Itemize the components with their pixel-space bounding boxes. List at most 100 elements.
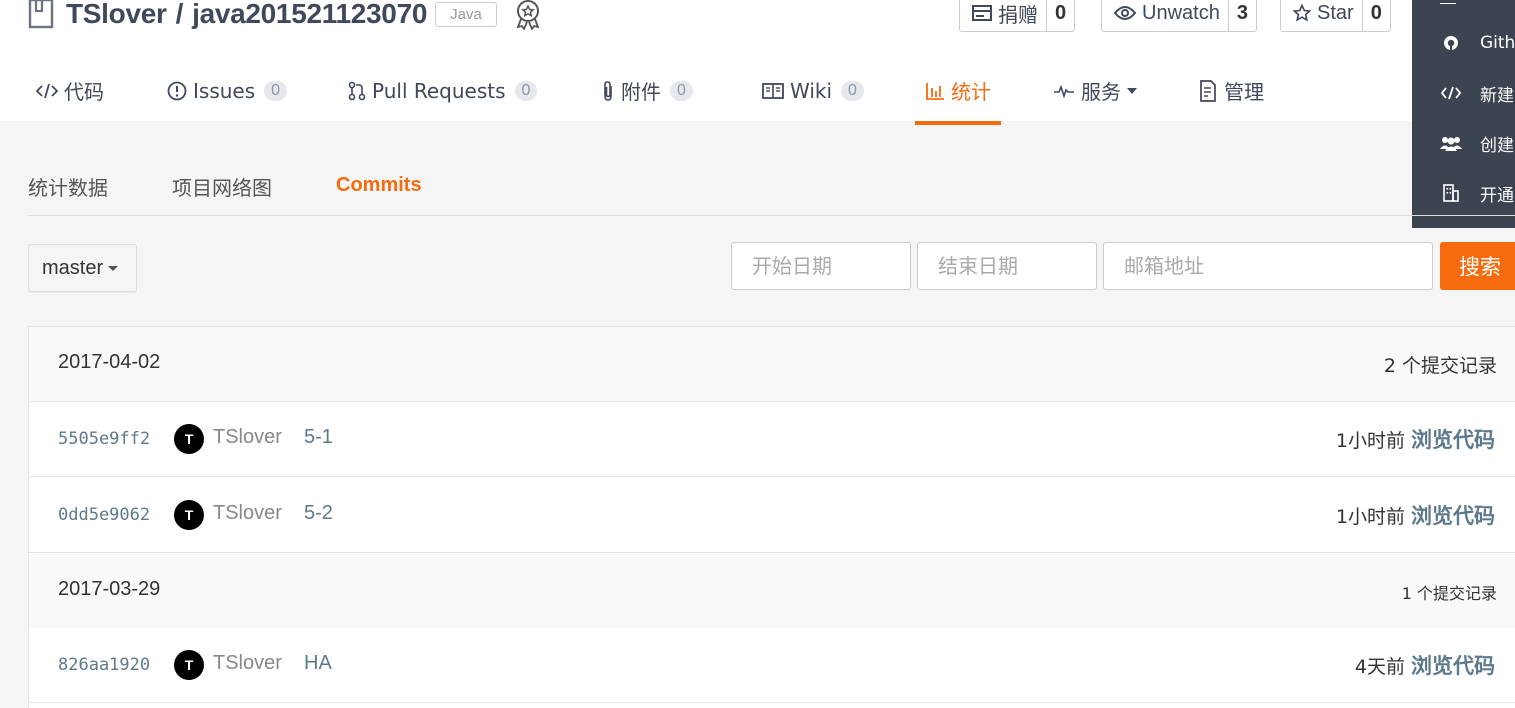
code-icon <box>1440 86 1462 100</box>
tab-statistics[interactable]: 统计 <box>915 60 1001 125</box>
avatar[interactable]: T <box>174 424 204 454</box>
repo-separator: / <box>175 0 184 29</box>
paperclip-icon <box>601 80 615 102</box>
issue-icon <box>167 81 187 101</box>
tab-services[interactable]: 服务 <box>1053 60 1137 121</box>
statistics-subtabs: 统计数据 项目网络图 Commits <box>28 166 1515 216</box>
commit-row: 0dd5e9062 T TSlover 5-2 1小时前 浏览代码 <box>29 478 1515 553</box>
tab-issues-label: Issues <box>193 78 256 103</box>
unwatch-button[interactable]: Unwatch 3 <box>1101 0 1257 32</box>
pull-requests-count-badge: 0 <box>514 80 538 101</box>
browse-code-link[interactable]: 浏览代码 <box>1411 500 1495 530</box>
commit-meta: 4天前 浏览代码 <box>1355 650 1495 680</box>
tab-wiki[interactable]: Wiki 0 <box>762 60 864 121</box>
menu-item-create-group[interactable]: 创建 <box>1440 130 1514 156</box>
repo-name[interactable]: java201521123070 <box>192 0 427 30</box>
donate-button[interactable]: 捐赠 0 <box>959 0 1076 32</box>
tab-pull-requests-label: Pull Requests <box>372 78 506 103</box>
repo-header: TSlover / java201521123070 Java 捐赠 0 Unw… <box>0 0 1515 125</box>
branch-caret-icon <box>108 265 119 271</box>
browse-code-link[interactable]: 浏览代码 <box>1411 424 1495 454</box>
tab-services-label: 服务 <box>1081 80 1121 104</box>
star-label: Star <box>1317 1 1354 24</box>
commit-group-header: 2017-04-02 2 个提交记录 <box>29 327 1515 402</box>
subtab-commits[interactable]: Commits <box>336 174 422 197</box>
subtab-statistics-data[interactable]: 统计数据 <box>28 172 108 201</box>
commit-author[interactable]: TSlover <box>213 652 282 675</box>
menu-item-github-label: Gith <box>1480 33 1515 53</box>
repo-title: TSlover / java201521123070 Java <box>28 0 543 34</box>
menu-top-icon <box>1440 3 1456 4</box>
code-icon <box>36 83 58 99</box>
commit-sha-link[interactable]: 5505e9ff2 <box>58 429 150 449</box>
menu-item-github[interactable]: Gith <box>1440 30 1515 56</box>
language-badge[interactable]: Java <box>435 1 497 27</box>
settings-doc-icon <box>1198 79 1218 102</box>
github-icon <box>1440 35 1462 51</box>
services-caret-icon <box>1127 87 1137 94</box>
search-button[interactable]: 搜索 <box>1440 242 1515 290</box>
commit-message[interactable]: 5-1 <box>304 426 333 449</box>
browse-code-link[interactable]: 浏览代码 <box>1411 650 1495 680</box>
subtab-network-graph[interactable]: 项目网络图 <box>172 172 272 201</box>
issues-count-badge: 0 <box>264 80 288 101</box>
commit-author[interactable]: TSlover <box>213 502 282 525</box>
wiki-count-badge: 0 <box>841 80 864 101</box>
start-date-input[interactable] <box>731 242 911 290</box>
commit-sha-link[interactable]: 0dd5e9062 <box>58 505 150 525</box>
tab-code-label: 代码 <box>64 80 104 104</box>
tab-manage[interactable]: 管理 <box>1198 60 1264 121</box>
group-commit-count: 2 个提交记录 <box>1383 355 1497 377</box>
branch-select[interactable]: master <box>28 244 137 292</box>
chart-icon <box>925 82 945 100</box>
star-count[interactable]: 0 <box>1361 0 1390 31</box>
tab-issues[interactable]: Issues 0 <box>167 60 288 121</box>
watch-count[interactable]: 3 <box>1227 0 1256 31</box>
email-input[interactable] <box>1103 242 1433 290</box>
menu-item-create-label: 创建 <box>1480 135 1514 156</box>
donate-count[interactable]: 0 <box>1046 0 1074 31</box>
pulse-icon <box>1053 83 1075 99</box>
star-icon <box>1293 4 1311 22</box>
repo-owner[interactable]: TSlover <box>66 0 167 30</box>
commit-author[interactable]: TSlover <box>213 426 282 449</box>
menu-item-new-label: 新建 <box>1480 85 1514 106</box>
commit-message[interactable]: 5-2 <box>304 502 333 525</box>
commit-time: 4天前 <box>1354 655 1405 678</box>
commit-meta: 1小时前 浏览代码 <box>1336 424 1495 454</box>
group-date: 2017-04-02 <box>58 351 161 373</box>
branch-select-value: master <box>42 256 104 279</box>
group-commit-count: 1 个提交记录 <box>1401 584 1497 603</box>
tab-attachments[interactable]: 附件 0 <box>601 60 693 121</box>
commit-sha-link[interactable]: 826aa1920 <box>58 655 150 675</box>
avatar[interactable]: T <box>174 650 204 680</box>
commit-message[interactable]: HA <box>304 652 332 675</box>
commit-row: 826aa1920 T TSlover HA 4天前 浏览代码 <box>29 628 1515 703</box>
end-date-input[interactable] <box>917 242 1097 290</box>
attachments-count-badge: 0 <box>670 80 693 101</box>
eye-icon <box>1114 5 1136 21</box>
group-date: 2017-03-29 <box>58 578 161 600</box>
donate-label: 捐赠 <box>998 4 1038 27</box>
menu-item-new-code[interactable]: 新建 <box>1440 80 1514 106</box>
star-button[interactable]: Star 0 <box>1280 0 1391 32</box>
award-icon[interactable] <box>513 0 543 30</box>
tab-wiki-label: Wiki <box>790 78 833 103</box>
repository-icon <box>28 0 54 29</box>
tab-code[interactable]: 代码 <box>36 60 104 121</box>
pull-request-icon <box>348 81 366 101</box>
book-icon <box>762 82 784 99</box>
tab-pull-requests[interactable]: Pull Requests 0 <box>348 60 538 121</box>
commit-list: 2017-04-02 2 个提交记录 5505e9ff2 T TSlover 5… <box>28 326 1515 708</box>
group-icon <box>1440 135 1462 151</box>
tab-manage-label: 管理 <box>1224 80 1264 104</box>
tab-attachments-label: 附件 <box>621 80 661 104</box>
commit-time: 1小时前 <box>1335 505 1405 528</box>
commit-meta: 1小时前 浏览代码 <box>1336 500 1495 530</box>
avatar[interactable]: T <box>174 500 204 530</box>
commit-group-header: 2017-03-29 1 个提交记录 <box>29 554 1515 629</box>
tab-statistics-label: 统计 <box>951 80 991 104</box>
repo-tabs: 代码 Issues 0 Pull Requests 0 附件 0 Wiki 0 … <box>0 60 1400 125</box>
unwatch-label: Unwatch <box>1142 1 1220 24</box>
menu-item-top-partial[interactable] <box>1440 0 1515 4</box>
